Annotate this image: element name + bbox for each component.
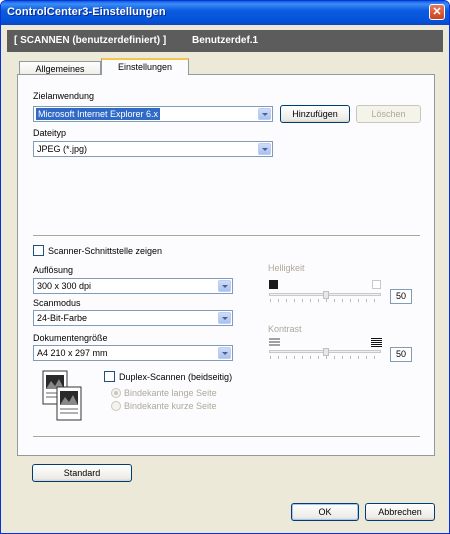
chevron-down-icon[interactable] (218, 312, 231, 324)
high-contrast-icon (371, 338, 382, 347)
black-square-icon (269, 280, 278, 289)
settings-panel: Zielanwendung Microsoft Internet Explore… (17, 74, 435, 456)
target-app-select[interactable]: Microsoft Internet Explorer 6.x (33, 106, 273, 122)
standard-button[interactable]: Standard (32, 464, 132, 482)
radio-short-edge[interactable] (111, 401, 121, 411)
contrast-ticks (270, 356, 382, 359)
scan-mode-select[interactable]: 24-Bit-Farbe (33, 310, 233, 326)
file-type-select[interactable]: JPEG (*.jpg) (33, 141, 273, 157)
banner-section: [ SCANNEN (benutzerdefiniert) ] (14, 35, 167, 46)
brightness-slider-thumb[interactable] (323, 291, 329, 299)
brightness-ticks (270, 299, 382, 302)
chevron-down-icon[interactable] (258, 143, 271, 155)
target-app-label: Zielanwendung (33, 91, 95, 101)
title-bar[interactable]: ControlCenter3-Einstellungen ✕ (1, 1, 449, 25)
contrast-label: Kontrast (268, 324, 302, 334)
chevron-down-icon[interactable] (218, 347, 231, 359)
contrast-value-field[interactable]: 50 (390, 347, 412, 362)
ok-button[interactable]: OK (291, 503, 359, 521)
window-title: ControlCenter3-Einstellungen (7, 6, 166, 18)
scanner-interface-checkbox[interactable] (33, 245, 44, 256)
cancel-button[interactable]: Abbrechen (365, 503, 435, 521)
white-square-icon (372, 280, 381, 289)
doc-size-value: A4 210 x 297 mm (37, 348, 108, 358)
file-type-label: Dateityp (33, 128, 67, 138)
doc-size-select[interactable]: A4 210 x 297 mm (33, 345, 233, 361)
long-edge-label: Bindekante lange Seite (124, 388, 217, 398)
duplex-pages-icon (42, 370, 84, 422)
doc-size-label: Dokumentengröße (33, 333, 108, 343)
divider (33, 235, 420, 237)
duplex-checkbox[interactable] (104, 371, 115, 382)
banner-button-name: Benutzerdef.1 (192, 35, 259, 46)
resolution-value: 300 x 300 dpi (37, 281, 92, 291)
settings-window: ControlCenter3-Einstellungen ✕ [ SCANNEN… (0, 0, 450, 534)
contrast-slider[interactable] (269, 348, 381, 356)
radio-long-edge[interactable] (111, 388, 121, 398)
resolution-select[interactable]: 300 x 300 dpi (33, 278, 233, 294)
brightness-value-field[interactable]: 50 (390, 289, 412, 304)
chevron-down-icon[interactable] (258, 108, 271, 120)
delete-button[interactable]: Löschen (356, 105, 421, 123)
duplex-label: Duplex-Scannen (beidseitig) (119, 372, 233, 382)
scan-mode-label: Scanmodus (33, 298, 81, 308)
tab-einstellungen[interactable]: Einstellungen (101, 58, 189, 75)
brightness-slider[interactable] (269, 291, 381, 299)
low-contrast-icon (269, 338, 280, 347)
add-button[interactable]: Hinzufügen (280, 105, 350, 123)
scan-mode-value: 24-Bit-Farbe (37, 313, 88, 323)
chevron-down-icon[interactable] (218, 280, 231, 292)
file-type-value: JPEG (*.jpg) (37, 144, 88, 154)
resolution-label: Auflösung (33, 265, 74, 275)
short-edge-label: Bindekante kurze Seite (124, 401, 217, 411)
brightness-label: Helligkeit (268, 263, 305, 273)
divider (33, 436, 420, 438)
scanner-interface-label: Scanner-Schnittstelle zeigen (48, 246, 163, 256)
header-banner: [ SCANNEN (benutzerdefiniert) ] Benutzer… (7, 30, 443, 52)
contrast-slider-thumb[interactable] (323, 348, 329, 356)
target-app-value: Microsoft Internet Explorer 6.x (36, 108, 161, 120)
close-icon[interactable]: ✕ (429, 4, 445, 20)
